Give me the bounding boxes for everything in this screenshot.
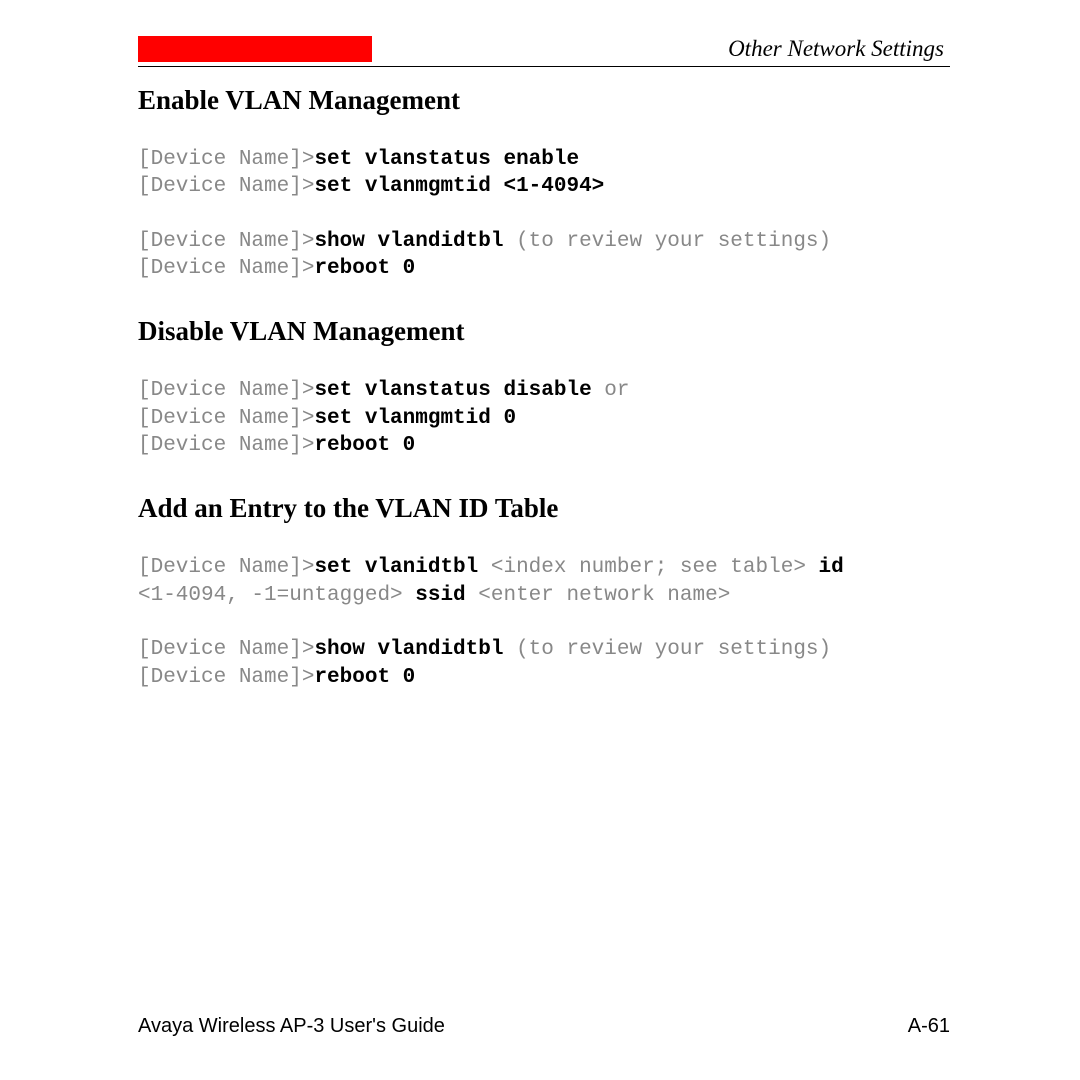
- prompt: [Device Name]>: [138, 434, 314, 457]
- prompt: [Device Name]>: [138, 230, 314, 253]
- prompt: [Device Name]>: [138, 638, 314, 661]
- code-line: [Device Name]>set vlanstatus enable: [138, 146, 950, 173]
- code-line: [Device Name]>reboot 0: [138, 255, 950, 282]
- command: show vlandidtbl: [314, 230, 503, 253]
- code-line: [Device Name]>reboot 0: [138, 664, 950, 691]
- header-row: Other Network Settings: [138, 36, 950, 62]
- header-divider: [138, 66, 950, 67]
- code-line: <1-4094, -1=untagged> ssid <enter networ…: [138, 582, 950, 609]
- code-line-blank: [138, 609, 950, 636]
- command: set vlanidtbl: [314, 556, 478, 579]
- arg: <1-4094, -1=untagged>: [138, 584, 415, 607]
- page-footer: Avaya Wireless AP-3 User's Guide A-61: [138, 1015, 950, 1038]
- code-line: [Device Name]>show vlandidtbl (to review…: [138, 636, 950, 663]
- prompt: [Device Name]>: [138, 407, 314, 430]
- footer-left: Avaya Wireless AP-3 User's Guide: [138, 1015, 445, 1038]
- command: id: [819, 556, 844, 579]
- page-content: Other Network Settings Enable VLAN Manag…: [0, 0, 1080, 691]
- code-enable-vlan: [Device Name]>set vlanstatus enable [Dev…: [138, 146, 950, 282]
- prompt: [Device Name]>: [138, 556, 314, 579]
- code-line: [Device Name]>reboot 0: [138, 432, 950, 459]
- code-line: [Device Name]>show vlandidtbl (to review…: [138, 228, 950, 255]
- suffix: or: [592, 379, 630, 402]
- note: (to review your settings): [503, 230, 831, 253]
- command: set vlanstatus disable: [314, 379, 591, 402]
- code-line-blank: [138, 201, 950, 228]
- heading-disable-vlan: Disable VLAN Management: [138, 316, 950, 347]
- heading-add-vlan-entry: Add an Entry to the VLAN ID Table: [138, 493, 950, 524]
- command: set vlanmgmtid <1-4094>: [314, 175, 604, 198]
- arg: <index number; see table>: [478, 556, 818, 579]
- command: ssid: [415, 584, 465, 607]
- code-disable-vlan: [Device Name]>set vlanstatus disable or …: [138, 377, 950, 459]
- header-title: Other Network Settings: [372, 36, 950, 62]
- code-line: [Device Name]>set vlanmgmtid <1-4094>: [138, 173, 950, 200]
- prompt: [Device Name]>: [138, 379, 314, 402]
- heading-enable-vlan: Enable VLAN Management: [138, 85, 950, 116]
- code-line: [Device Name]>set vlanmgmtid 0: [138, 405, 950, 432]
- arg: <enter network name>: [466, 584, 731, 607]
- command: set vlanstatus enable: [314, 148, 579, 171]
- command: reboot 0: [314, 257, 415, 280]
- prompt: [Device Name]>: [138, 257, 314, 280]
- command: reboot 0: [314, 434, 415, 457]
- prompt: [Device Name]>: [138, 175, 314, 198]
- code-add-vlan-entry: [Device Name]>set vlanidtbl <index numbe…: [138, 554, 950, 690]
- code-line: [Device Name]>set vlanstatus disable or: [138, 377, 950, 404]
- footer-right: A-61: [908, 1015, 950, 1038]
- code-line: [Device Name]>set vlanidtbl <index numbe…: [138, 554, 950, 581]
- prompt: [Device Name]>: [138, 666, 314, 689]
- command: reboot 0: [314, 666, 415, 689]
- note: (to review your settings): [503, 638, 831, 661]
- red-accent-bar: [138, 36, 372, 62]
- command: set vlanmgmtid 0: [314, 407, 516, 430]
- command: show vlandidtbl: [314, 638, 503, 661]
- prompt: [Device Name]>: [138, 148, 314, 171]
